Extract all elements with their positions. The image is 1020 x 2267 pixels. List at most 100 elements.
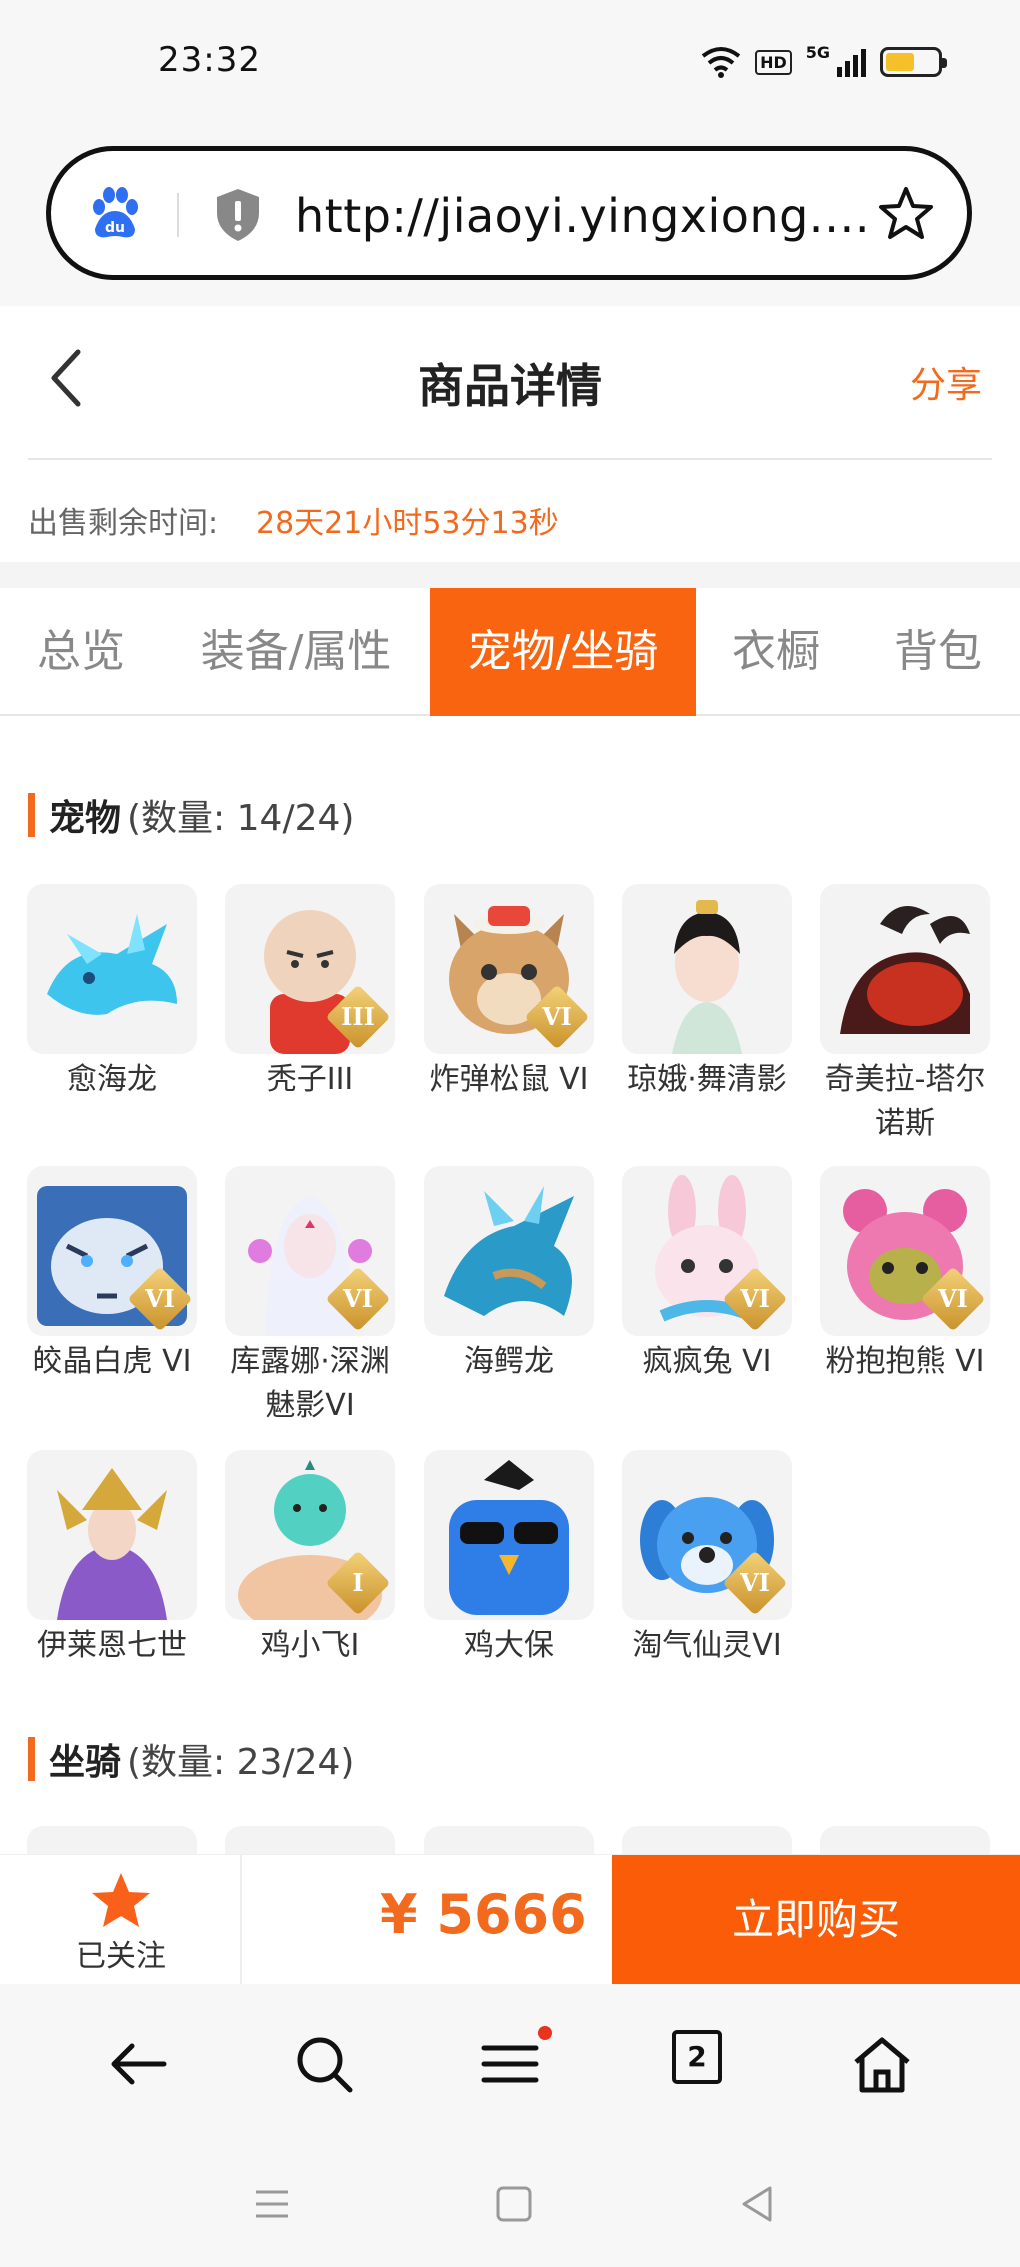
- search-icon[interactable]: [292, 2032, 356, 2096]
- pet-item[interactable]: VI 淘气仙灵VI: [622, 1450, 792, 1668]
- blue-bird-icon: [449, 1460, 569, 1615]
- pet-name: 琼娥·舞清影: [627, 1062, 787, 1097]
- dragon-icon: [47, 914, 177, 1015]
- tab-overview[interactable]: 总览: [0, 588, 162, 716]
- tier-label: III: [341, 1002, 375, 1031]
- browser-toolbar: 2: [0, 1984, 1020, 2144]
- mount-image: [225, 1826, 395, 1854]
- tab-backpack[interactable]: 背包: [856, 588, 1020, 716]
- pet-item[interactable]: 海鳄龙: [424, 1166, 594, 1384]
- tier-label: VI: [145, 1284, 175, 1313]
- sea-dragon-icon: [444, 1186, 574, 1316]
- pet-item[interactable]: 愈海龙: [27, 884, 197, 1102]
- back-triangle-icon[interactable]: [736, 2182, 780, 2226]
- mount-item[interactable]: [424, 1826, 594, 1854]
- tab-wardrobe[interactable]: 衣橱: [696, 588, 856, 716]
- url-text[interactable]: http://jiaoyi.yingxiong.co...: [295, 189, 875, 243]
- mount-item[interactable]: [225, 1826, 395, 1854]
- page-title: 商品详情: [418, 359, 602, 413]
- section-accent-bar: [28, 793, 35, 837]
- pet-image: [27, 1450, 197, 1620]
- pet-image: [27, 884, 197, 1054]
- pet-item[interactable]: VI 炸弹松鼠 VI: [424, 884, 594, 1102]
- pets-title: 宠物: [49, 798, 122, 839]
- notification-dot: [538, 2026, 552, 2040]
- sale-remaining-row: 出售剩余时间: 28天21小时53分13秒: [0, 462, 1020, 562]
- pet-name: 鸡小飞I: [260, 1628, 360, 1663]
- system-nav-bar: [0, 2144, 1020, 2267]
- detail-tabs: 总览 装备/属性 宠物/坐骑 衣橱 背包: [0, 588, 1020, 716]
- hd-badge: HD: [755, 49, 792, 75]
- price: ¥ 5666: [380, 1883, 587, 1946]
- recent-apps-icon[interactable]: [250, 2182, 294, 2226]
- pet-name: 奇美拉-塔尔诺斯: [824, 1062, 986, 1141]
- page-header: 商品详情 分享: [0, 306, 1020, 460]
- mount-item[interactable]: [27, 1826, 197, 1854]
- status-icons: HD 5G: [701, 43, 947, 80]
- mounts-count: (数量: 23/24): [127, 1742, 355, 1783]
- mount-item[interactable]: [820, 1826, 990, 1854]
- pets-count: (数量: 14/24): [127, 798, 355, 839]
- tier-label: VI: [740, 1284, 770, 1313]
- tab-equipment[interactable]: 装备/属性: [162, 588, 430, 716]
- buy-now-button[interactable]: 立即购买: [612, 1855, 1020, 1985]
- tier-label: I: [352, 1568, 364, 1597]
- pet-image: [424, 1166, 594, 1336]
- pet-item[interactable]: VI 粉抱抱熊 VI: [820, 1166, 990, 1384]
- pet-name: 淘气仙灵VI: [632, 1628, 782, 1663]
- tab-pets-mounts[interactable]: 宠物/坐骑: [430, 588, 696, 716]
- pet-image: I: [225, 1450, 395, 1620]
- tier-label: VI: [938, 1284, 968, 1313]
- mount-image: [622, 1826, 792, 1854]
- baidu-paw-icon[interactable]: du: [87, 185, 143, 241]
- mounts-section-title: 坐骑 (数量: 23/24): [28, 1734, 354, 1784]
- mount-item[interactable]: [622, 1826, 792, 1854]
- pet-image: VI: [424, 884, 594, 1054]
- pet-name: 疯疯兔 VI: [642, 1344, 772, 1379]
- battery-fill: [886, 53, 914, 71]
- shield-icon[interactable]: [213, 187, 263, 243]
- signal-icon: [837, 49, 866, 77]
- pet-item[interactable]: VI 皎晶白虎 VI: [27, 1166, 197, 1384]
- remaining-time-label: 出售剩余时间:: [28, 506, 219, 541]
- pet-name: 海鳄龙: [464, 1344, 554, 1379]
- pet-image: [820, 884, 990, 1054]
- home-square-icon[interactable]: [492, 2182, 536, 2226]
- bookmark-star-icon[interactable]: [877, 185, 935, 243]
- pet-item[interactable]: VI 疯疯兔 VI: [622, 1166, 792, 1384]
- pet-image: VI: [225, 1166, 395, 1336]
- pet-item[interactable]: 琼娥·舞清影: [622, 884, 792, 1102]
- mount-image: [820, 1826, 990, 1854]
- battery-icon: [880, 47, 947, 77]
- pet-image: VI: [27, 1166, 197, 1336]
- pet-item[interactable]: 奇美拉-塔尔诺斯: [820, 884, 990, 1146]
- pet-item[interactable]: I 鸡小飞I: [225, 1450, 395, 1668]
- status-time: 23:32: [158, 40, 261, 80]
- pet-name: 库露娜·深渊魅影VI: [230, 1344, 390, 1423]
- back-icon[interactable]: [106, 2032, 170, 2096]
- tier-label: VI: [542, 1002, 572, 1031]
- pet-item[interactable]: III 秃子III: [225, 884, 395, 1102]
- pets-section-title: 宠物 (数量: 14/24): [28, 790, 354, 840]
- follow-label: 已关注: [76, 1939, 166, 1974]
- share-button[interactable]: 分享: [910, 356, 982, 408]
- menu-icon[interactable]: [478, 2032, 542, 2096]
- url-bar[interactable]: du http://jiaoyi.yingxiong.co...: [46, 146, 972, 280]
- pet-name: 炸弹松鼠 VI: [429, 1062, 589, 1097]
- pet-name: 粉抱抱熊 VI: [825, 1344, 985, 1379]
- tabs-button[interactable]: 2: [672, 2030, 722, 2084]
- status-bar: 23:32 HD 5G: [0, 0, 1020, 130]
- browser-url-area: du http://jiaoyi.yingxiong.co...: [0, 130, 1020, 306]
- section-accent-bar: [28, 1737, 35, 1781]
- pet-item[interactable]: VI 库露娜·深渊魅影VI: [225, 1166, 395, 1428]
- svg-text:du: du: [105, 220, 125, 236]
- pet-name: 伊莱恩七世: [37, 1628, 187, 1663]
- pet-item[interactable]: 鸡大保: [424, 1450, 594, 1668]
- url-separator: [177, 193, 179, 237]
- knight-woman-icon: [57, 1468, 167, 1620]
- pet-item[interactable]: 伊莱恩七世: [27, 1450, 197, 1668]
- home-icon[interactable]: [850, 2032, 914, 2096]
- pet-name: 秃子III: [266, 1062, 354, 1097]
- chimera-icon: [840, 906, 970, 1034]
- follow-button[interactable]: 已关注: [0, 1855, 242, 1985]
